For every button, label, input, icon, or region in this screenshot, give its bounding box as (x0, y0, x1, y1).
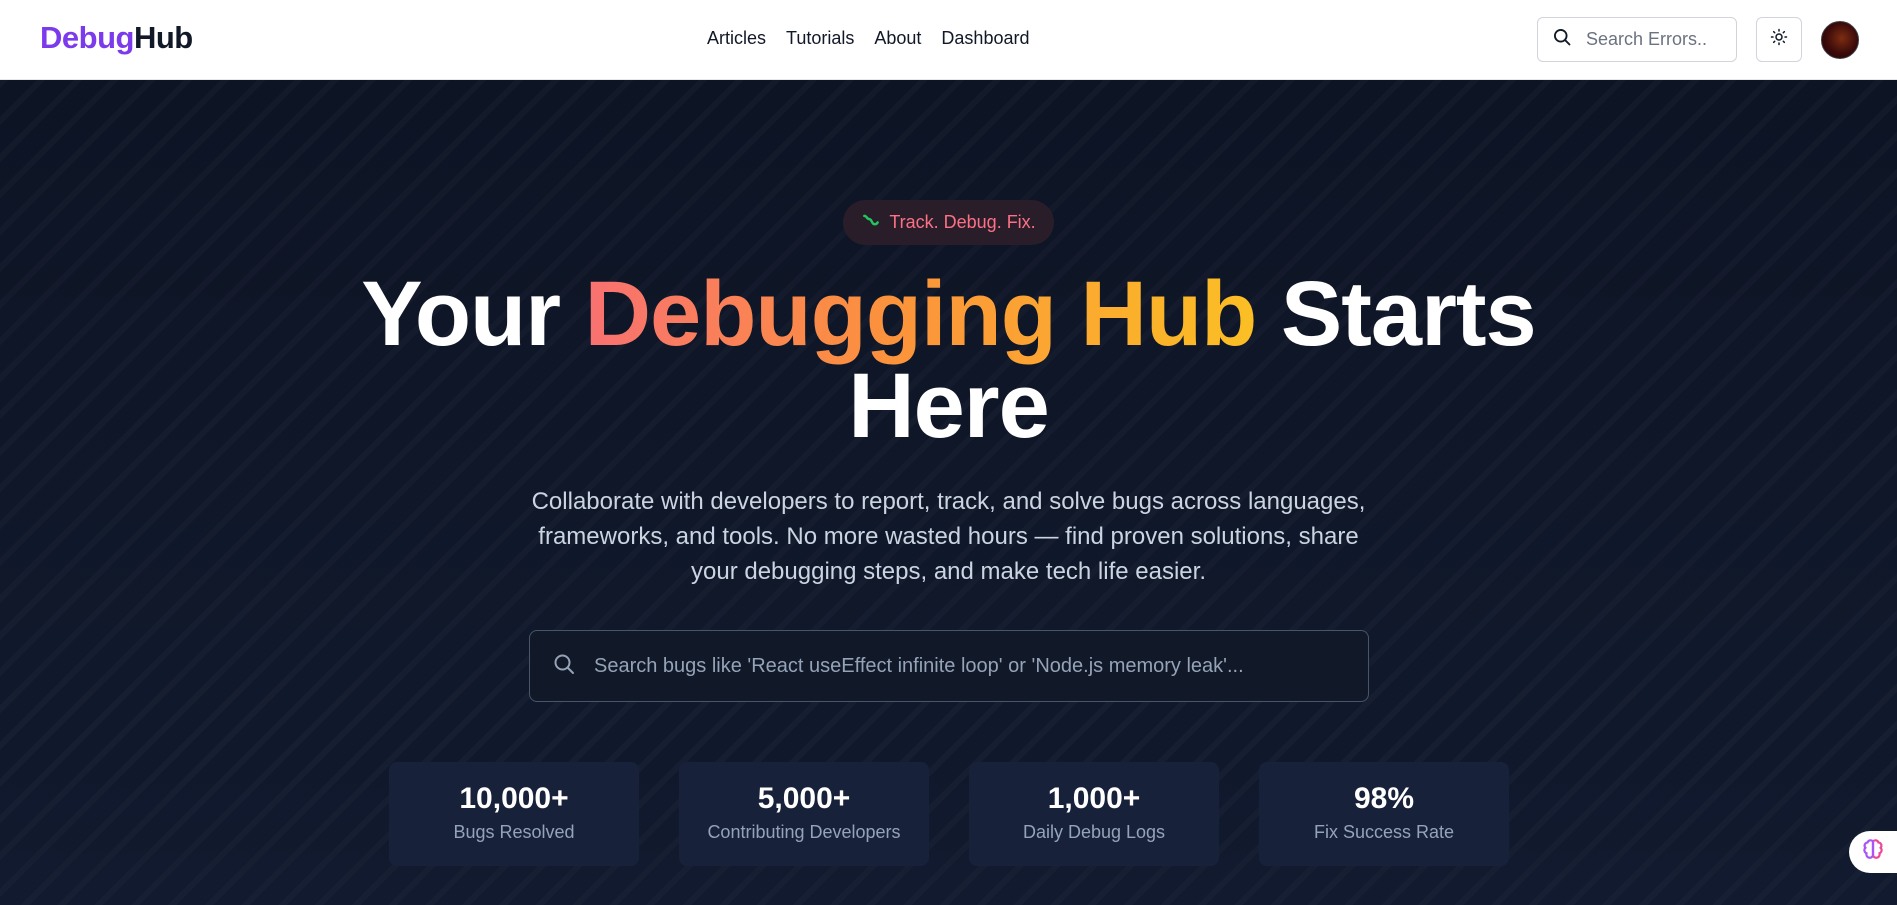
hero-section: Track. Debug. Fix. Your Debugging Hub St… (0, 80, 1897, 905)
nav-tutorials[interactable]: Tutorials (786, 28, 854, 49)
hero-badge-text: Track. Debug. Fix. (889, 212, 1036, 232)
top-navbar: DebugHub Articles Tutorials About Dashbo… (0, 0, 1897, 80)
logo-part-hub: Hub (133, 20, 193, 55)
stat-label: Contributing Developers (707, 822, 901, 842)
theme-toggle-button[interactable] (1756, 17, 1802, 62)
search-icon (552, 652, 576, 681)
nav-about[interactable]: About (874, 28, 921, 49)
header-search (1537, 17, 1737, 62)
hero-subtitle: Collaborate with developers to report, t… (531, 488, 1366, 585)
nav-articles[interactable]: Articles (707, 28, 766, 49)
stat-card: 5,000+ Contributing Developers (679, 762, 929, 866)
header-search-input[interactable] (1584, 28, 1728, 51)
hero-title-pre: Your (361, 263, 561, 365)
logo-part-debug: Debug (40, 20, 134, 55)
stat-value: 10,000+ (459, 782, 569, 815)
logo[interactable]: DebugHub (40, 20, 193, 56)
bug-icon (861, 210, 881, 235)
stat-label: Bugs Resolved (453, 822, 575, 842)
hero-search (529, 630, 1369, 702)
brain-icon (1860, 837, 1886, 868)
stat-label: Fix Success Rate (1313, 822, 1455, 842)
nav-dashboard[interactable]: Dashboard (941, 28, 1029, 49)
hero-title-gradient: Debugging Hub (584, 263, 1258, 365)
stat-label: Daily Debug Logs (1022, 822, 1166, 842)
sun-icon (1770, 28, 1788, 51)
stat-value: 5,000+ (757, 782, 851, 815)
stat-card: 98% Fix Success Rate (1259, 762, 1509, 866)
hero-badge: Track. Debug. Fix. (843, 200, 1054, 245)
stat-value: 1,000+ (1047, 782, 1141, 815)
hero-title-line2: Here (848, 355, 1050, 457)
stat-card: 10,000+ Bugs Resolved (389, 762, 639, 866)
search-icon (1552, 27, 1572, 52)
main-nav: Articles Tutorials About Dashboard (707, 28, 1029, 49)
ai-assistant-button[interactable] (1849, 831, 1897, 873)
avatar[interactable] (1821, 21, 1859, 59)
stat-value: 98% (1353, 782, 1415, 815)
hero-title-post: Starts (1280, 263, 1537, 365)
stat-card: 1,000+ Daily Debug Logs (969, 762, 1219, 866)
hero-search-input[interactable] (592, 653, 1356, 679)
hero-title: Your Debugging Hub Starts Here (0, 268, 1897, 452)
